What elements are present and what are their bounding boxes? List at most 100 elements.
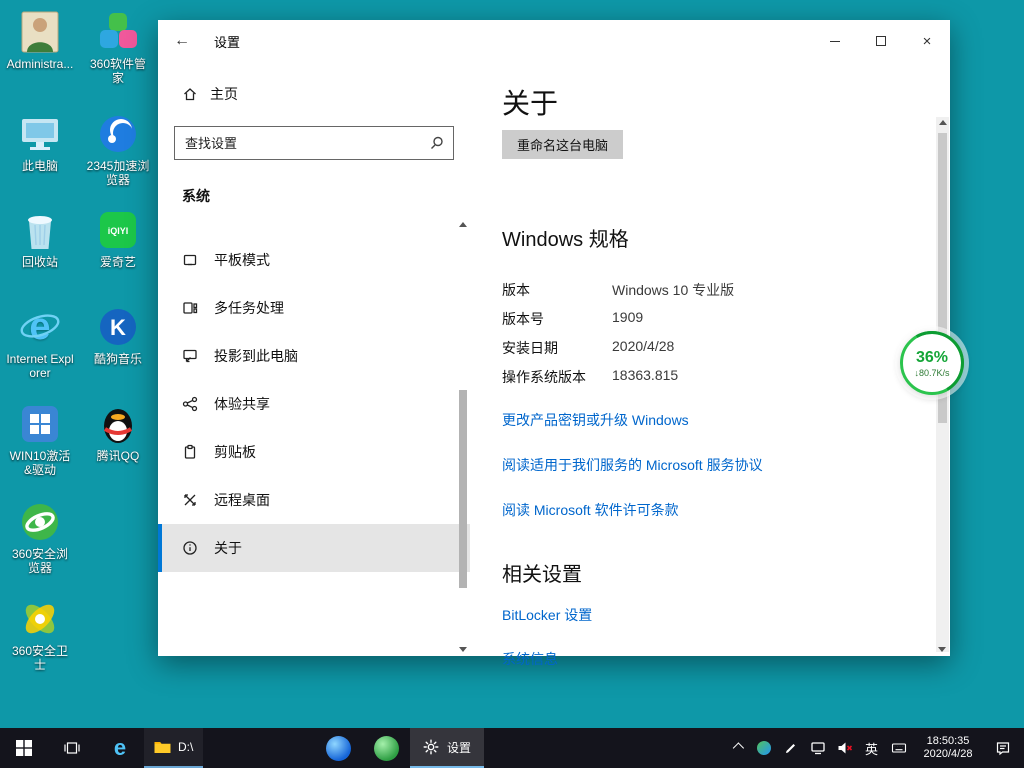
recycle-bin-icon — [18, 208, 62, 252]
sidebar-item-clipboard[interactable]: 剪贴板 — [158, 428, 470, 476]
remote-desktop-icon — [182, 492, 198, 508]
spec-value: 1909 — [612, 309, 643, 329]
sidebar-item-multitasking[interactable]: 多任务处理 — [158, 284, 470, 332]
sidebar-item-projecting[interactable]: 投影到此电脑 — [158, 332, 470, 380]
desktop-icon-internet-explorer[interactable]: e Internet Explorer — [6, 305, 74, 380]
desktop-icon-administrator[interactable]: Administra... — [6, 10, 74, 71]
about-info-icon — [182, 540, 198, 556]
spec-row-version: 版本号 1909 — [502, 309, 906, 329]
scrollbar-thumb[interactable] — [459, 390, 467, 588]
home-icon — [182, 86, 198, 102]
tray-keyboard-button[interactable] — [885, 728, 912, 768]
sidebar-item-home[interactable]: 主页 — [158, 76, 470, 112]
internet-explorer-icon: e — [18, 305, 62, 349]
svg-text:K: K — [110, 315, 126, 340]
taskbar-settings-button[interactable]: 设置 — [410, 728, 484, 768]
chevron-up-icon — [732, 742, 743, 753]
sidebar-home-label: 主页 — [210, 84, 238, 104]
tray-pen-icon-button[interactable] — [777, 728, 804, 768]
desktop-icon-recycle-bin[interactable]: 回收站 — [6, 208, 74, 269]
license-terms-link[interactable]: 阅读 Microsoft 软件许可条款 — [502, 500, 679, 520]
task-view-icon — [64, 740, 80, 756]
360-safeguard-icon — [18, 597, 62, 641]
taskbar-explorer-button[interactable]: D:\ — [144, 728, 203, 768]
tray-360-icon[interactable] — [750, 728, 777, 768]
desktop-icon-360-software-manager[interactable]: 360软件管家 — [84, 10, 152, 85]
360-speed-ball[interactable]: 36% ↓80.7K/s — [900, 331, 964, 395]
maximize-button[interactable] — [858, 20, 904, 62]
desktop-icon-label: 腾讯QQ — [84, 449, 152, 463]
sidebar-item-label: 多任务处理 — [214, 298, 284, 318]
system-info-link[interactable]: 系统信息 — [502, 649, 558, 669]
kugou-music-icon: K — [96, 305, 140, 349]
scroll-down-icon[interactable] — [459, 647, 467, 652]
back-arrow-icon: ← — [174, 32, 190, 50]
shared-experiences-icon — [182, 396, 198, 412]
desktop-icon-label: 360安全浏览器 — [6, 547, 74, 575]
sidebar-item-remote-desktop[interactable]: 远程桌面 — [158, 476, 470, 524]
svg-text:iQIYI: iQIYI — [108, 226, 129, 236]
related-settings-heading: 相关设置 — [502, 558, 906, 587]
desktop-icon-this-pc[interactable]: 此电脑 — [6, 112, 74, 173]
bitlocker-settings-link[interactable]: BitLocker 设置 — [502, 605, 592, 625]
network-icon — [810, 740, 826, 756]
taskbar-explorer-label: D:\ — [178, 740, 193, 754]
desktop-icon-label: 2345加速浏览器 — [84, 159, 152, 187]
search-input[interactable] — [175, 136, 453, 151]
minimize-icon — [830, 41, 840, 42]
sidebar-item-label: 投影到此电脑 — [214, 346, 298, 366]
desktop-icon-label: WIN10激活&驱动 — [6, 449, 74, 477]
page-title: 关于 — [502, 82, 906, 122]
desktop-icon-360-browser[interactable]: 360安全浏览器 — [6, 500, 74, 575]
sidebar-item-label: 平板模式 — [214, 250, 270, 270]
desktop-icon-label: Administra... — [6, 57, 74, 71]
scroll-up-icon[interactable] — [939, 120, 947, 125]
close-button[interactable]: × — [904, 20, 950, 62]
scroll-down-icon[interactable] — [938, 647, 946, 652]
start-button[interactable] — [0, 728, 48, 768]
desktop-icon-win10-activate[interactable]: WIN10激活&驱动 — [6, 402, 74, 477]
iqiyi-icon: iQIYI — [96, 208, 140, 252]
title-bar: ← 设置 × — [158, 20, 950, 62]
spec-value: 2020/4/28 — [612, 338, 674, 358]
win10-activate-icon — [18, 402, 62, 446]
projecting-icon — [182, 348, 198, 364]
scroll-up-icon[interactable] — [459, 222, 467, 227]
360-software-manager-icon — [96, 10, 140, 54]
desktop-icon-tencent-qq[interactable]: 腾讯QQ — [84, 402, 152, 463]
administrator-icon — [18, 10, 62, 54]
task-view-button[interactable] — [48, 728, 96, 768]
desktop-icon-iqiyi[interactable]: iQIYI 爱奇艺 — [84, 208, 152, 269]
taskbar-clock[interactable]: 18:50:35 2020/4/28 — [912, 728, 984, 768]
back-button[interactable]: ← — [158, 20, 206, 62]
services-agreement-link[interactable]: 阅读适用于我们服务的 Microsoft 服务协议 — [502, 455, 763, 475]
memory-percent-value: 36% — [916, 349, 948, 366]
sidebar-item-shared-experiences[interactable]: 体验共享 — [158, 380, 470, 428]
ime-language-label: 英 — [865, 739, 878, 758]
sidebar-item-label: 剪贴板 — [214, 442, 256, 462]
tray-volume-button[interactable] — [831, 728, 858, 768]
spec-value: Windows 10 专业版 — [612, 280, 734, 300]
taskbar-2345-browser-button[interactable] — [314, 728, 362, 768]
sidebar-scrollbar[interactable] — [457, 222, 469, 652]
sidebar-item-tablet-mode[interactable]: 平板模式 — [158, 236, 470, 284]
desktop-icon-2345-browser[interactable]: 2345加速浏览器 — [84, 112, 152, 187]
settings-content: 关于 重命名这台电脑 Windows 规格 版本 Windows 10 专业版 … — [470, 62, 950, 656]
change-product-key-link[interactable]: 更改产品密钥或升级 Windows — [502, 410, 689, 430]
search-icon[interactable] — [429, 135, 445, 151]
settings-window: ← 设置 × 主页 系统 平板模式 多任务处理 — [158, 20, 950, 656]
tray-show-hidden-icons-button[interactable] — [723, 728, 750, 768]
taskbar-360-browser-button[interactable] — [362, 728, 410, 768]
tray-network-button[interactable] — [804, 728, 831, 768]
rename-pc-button[interactable]: 重命名这台电脑 — [502, 130, 623, 159]
sidebar-item-about[interactable]: 关于 — [158, 524, 470, 572]
desktop-icon-label: 爱奇艺 — [84, 255, 152, 269]
minimize-button[interactable] — [812, 20, 858, 62]
windows-spec-heading: Windows 规格 — [502, 223, 906, 252]
desktop-icon-360-safeguard[interactable]: 360安全卫士 — [6, 597, 74, 672]
action-center-button[interactable] — [984, 728, 1022, 768]
desktop-icon-kugou-music[interactable]: K 酷狗音乐 — [84, 305, 152, 366]
sidebar-item-label: 远程桌面 — [214, 490, 270, 510]
tray-ime-mode-button[interactable]: 英 — [858, 728, 885, 768]
taskbar-ie-button[interactable]: e — [96, 728, 144, 768]
